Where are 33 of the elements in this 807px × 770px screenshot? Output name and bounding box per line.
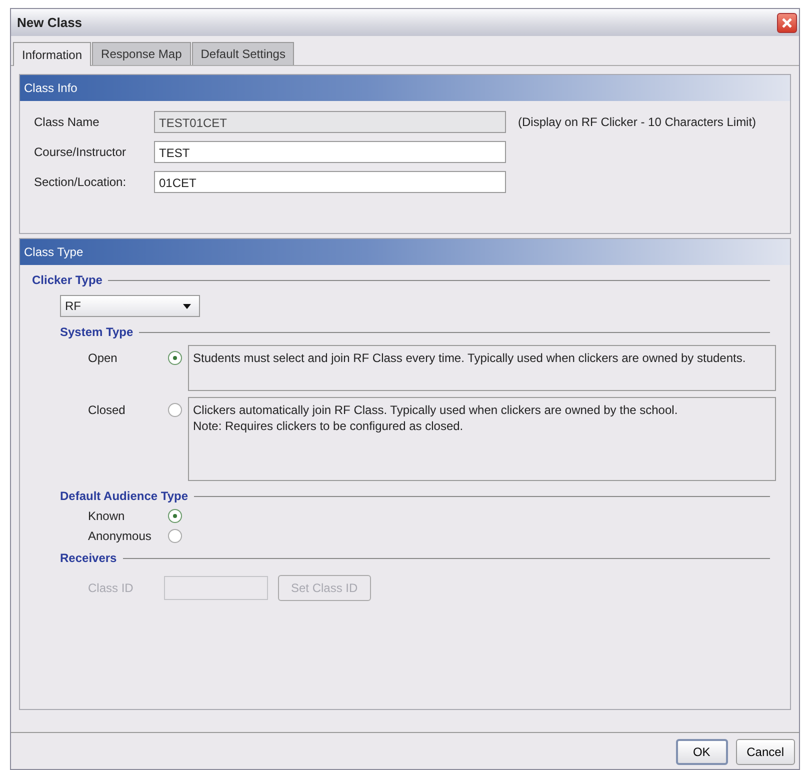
option-label: Known xyxy=(88,509,126,523)
clicker-type-dropdown[interactable]: RF xyxy=(60,295,200,317)
radio-button[interactable] xyxy=(168,529,182,543)
radio-button[interactable] xyxy=(168,351,182,365)
close-icon xyxy=(780,16,794,30)
section-header: Class Type xyxy=(20,239,790,265)
description-box: Clickers automatically join RF Class. Typically used when clickers are owned by the school. Note: Requires clickers to be configured as closed. xyxy=(188,397,776,481)
radio-button[interactable] xyxy=(168,403,182,417)
radio-button[interactable] xyxy=(168,509,182,523)
tab[interactable]: Information xyxy=(13,42,92,66)
field-label: Class ID xyxy=(88,581,134,595)
text-field[interactable]: 01CET xyxy=(154,171,506,193)
group-legend: Default Audience Type xyxy=(60,489,188,503)
option-label: Anonymous xyxy=(88,529,152,543)
dialog-button[interactable]: OK xyxy=(676,739,728,765)
group-legend: Receivers xyxy=(60,551,117,565)
option-label: Closed xyxy=(88,402,126,417)
group-legend: System Type xyxy=(60,325,134,339)
field-label: Class Name xyxy=(34,115,100,129)
group-legend: Clicker Type xyxy=(32,273,102,287)
description-box: Students must select and join RF Class every time. Typically used when clickers are owned by students. xyxy=(188,345,776,391)
field-label: Section/Location: xyxy=(34,175,128,189)
dropdown-arrow-icon xyxy=(183,304,191,308)
field-label: Course/Instructor xyxy=(34,145,128,159)
close-button[interactable] xyxy=(777,12,797,32)
dialog-button[interactable]: Cancel xyxy=(736,739,795,765)
option-label: Open xyxy=(88,350,118,365)
tab[interactable]: Response Map xyxy=(92,42,191,65)
section-header: Class Info xyxy=(20,75,790,101)
window-title: New Class xyxy=(17,15,82,30)
text-field[interactable]: TEST xyxy=(154,141,506,163)
hint-text: (Display on RF Clicker - 10 Characters Limit) xyxy=(518,115,756,129)
tab[interactable]: Default Settings xyxy=(192,42,294,65)
